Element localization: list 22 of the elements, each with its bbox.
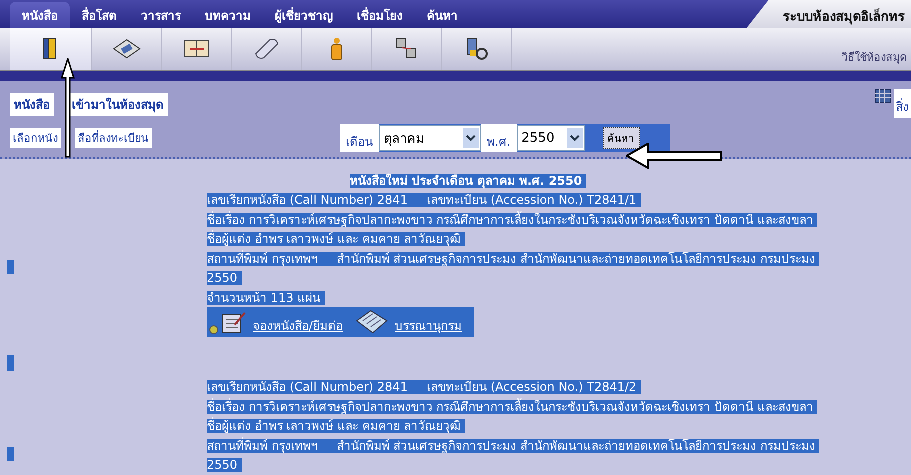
reserve-link[interactable]: จองหนังสือ/ยืมต่อ [253,316,344,335]
register-link[interactable]: เลือกหนัง [10,128,61,148]
search-button[interactable]: ค้นหา [602,127,640,149]
nav-tab[interactable]: เชื่อมโยง [345,2,415,28]
help-link[interactable]: วิธีใช้ห้องสมุด [842,48,907,66]
section-title: หนังสือ [10,93,54,116]
section-title: เข้ามาในห้องสมุด [68,93,168,116]
month-label: เดือน [340,124,379,152]
year-select[interactable]: 2550 [516,125,585,151]
results-heading: หนังสือใหม่ ประจำเดือน ตุลาคม พ.ศ. 2550 [350,174,586,188]
nav-tab[interactable]: สื่อโสต [70,2,129,28]
site-title: ระบบห้องสมุดอิเล็กทร [747,0,911,28]
nav-tab[interactable]: ผู้เชี่ยวชาญ [263,2,345,28]
nav-tab[interactable]: วารสาร [129,2,193,28]
nav-tab[interactable]: หนังสือ [10,2,70,28]
bibliography-link[interactable]: บรรณานุกรม [395,316,462,335]
side-link[interactable]: สิ่ง [894,89,911,118]
month-select[interactable]: ตุลาคม [379,125,481,151]
nav-tab[interactable]: ค้นหา [415,2,470,28]
register-link[interactable]: สือที่ลงทะเบียน [75,128,152,148]
year-label: พ.ศ. [481,124,517,152]
nav-tab[interactable]: บทความ [193,2,263,28]
